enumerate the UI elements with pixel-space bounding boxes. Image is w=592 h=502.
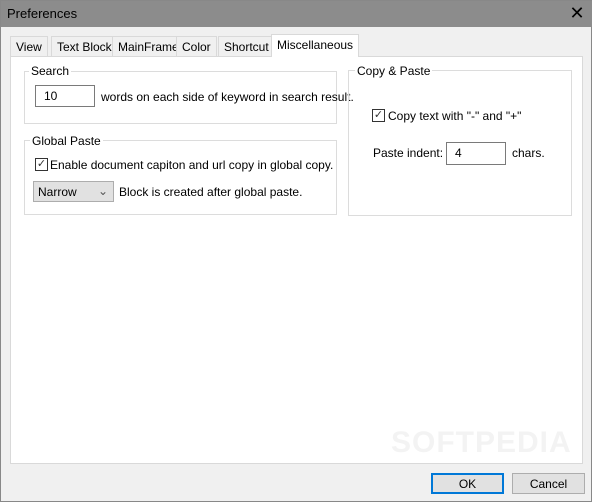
paste-indent-suffix: chars. xyxy=(512,146,545,160)
tab-color[interactable]: Color xyxy=(176,36,217,56)
copy-text-label[interactable]: Copy text with "-" and "+" xyxy=(388,109,521,123)
tab-view[interactable]: View xyxy=(10,36,48,56)
search-group-label: Search xyxy=(29,64,72,78)
ok-button[interactable]: OK xyxy=(431,473,504,494)
block-select-label: Block is created after global paste. xyxy=(119,185,303,199)
global-paste-group xyxy=(24,140,337,215)
watermark: SOFTPEDIA xyxy=(391,426,572,459)
close-icon[interactable]: ✕ xyxy=(567,3,587,24)
copy-text-checkbox[interactable]: ✓ xyxy=(372,109,385,122)
cancel-button[interactable]: Cancel xyxy=(512,473,585,494)
window-title: Preferences xyxy=(7,6,78,21)
title-bar xyxy=(1,1,592,27)
paste-indent-input[interactable]: 4 xyxy=(446,142,506,165)
search-words-label: words on each side of keyword in search … xyxy=(101,90,354,104)
tab-text-block[interactable]: Text Block xyxy=(51,36,118,56)
chevron-down-icon: ⌄ xyxy=(97,184,108,198)
tab-shortcut[interactable]: Shortcut xyxy=(218,36,275,56)
block-width-select[interactable]: Narrow ⌄ xyxy=(33,181,114,202)
global-paste-group-label: Global Paste xyxy=(30,134,103,148)
select-value: Narrow xyxy=(38,185,77,199)
search-words-input[interactable]: 10 xyxy=(35,85,95,107)
paste-indent-label: Paste indent: xyxy=(373,146,444,160)
enable-caption-label[interactable]: Enable document capiton and url copy in … xyxy=(50,158,333,172)
tab-mainframe[interactable]: MainFrame xyxy=(112,36,185,56)
tab-miscellaneous[interactable]: Miscellaneous xyxy=(271,34,360,57)
enable-caption-checkbox[interactable]: ✓ xyxy=(35,158,48,171)
copy-paste-group-label: Copy & Paste xyxy=(355,64,433,78)
